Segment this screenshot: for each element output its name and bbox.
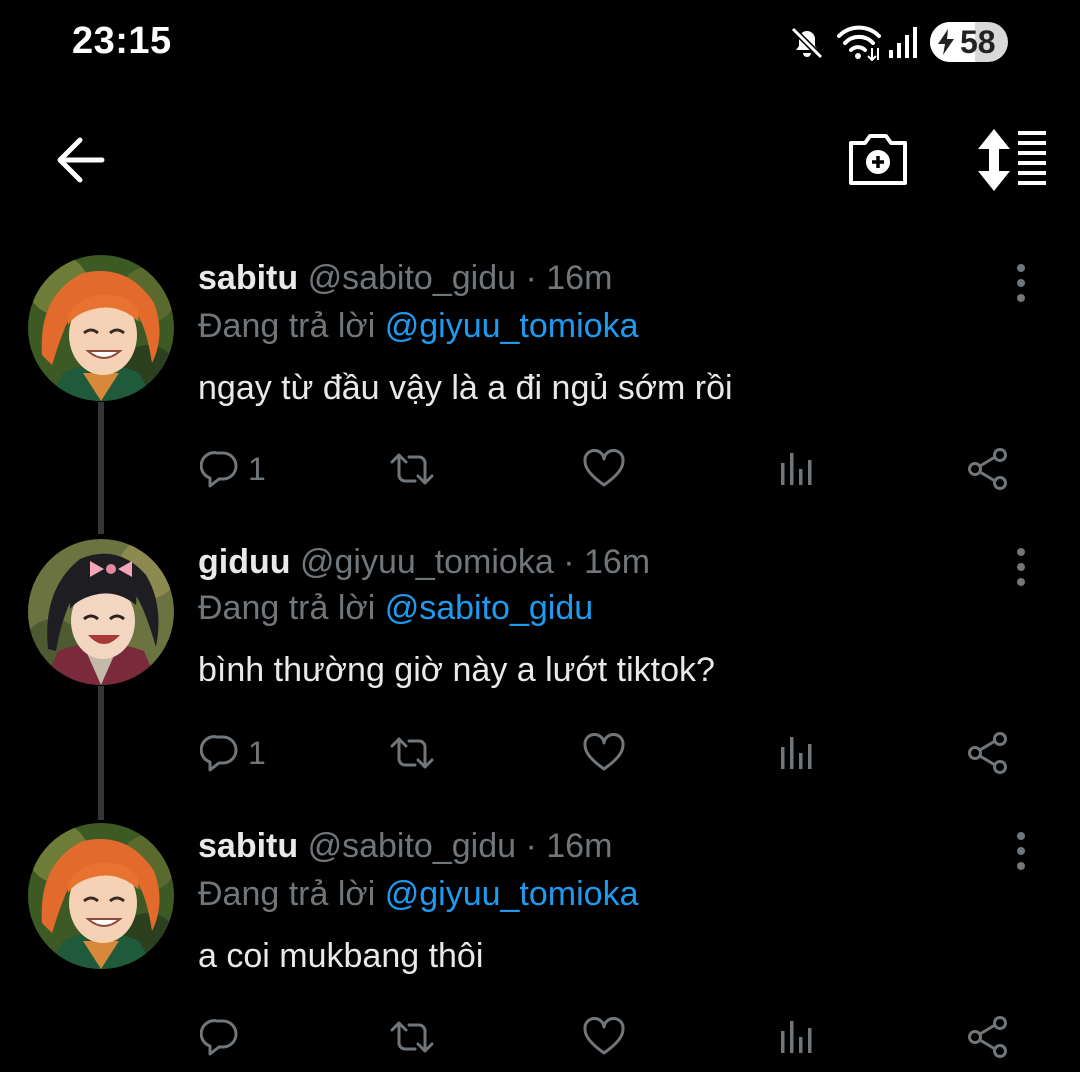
top-bar [0, 110, 1080, 210]
tweet-time: 16m [546, 259, 613, 297]
user-handle[interactable]: @giyuu_tomioka [300, 543, 554, 581]
battery-indicator: 58 [930, 22, 1008, 62]
more-vertical-icon [1004, 831, 1038, 871]
tweet-text: a coi mukbang thôi [198, 937, 484, 975]
replying-to: Đang trả lời @sabito_gidu [198, 589, 593, 628]
more-button[interactable] [1004, 263, 1038, 303]
sort-icon [972, 129, 1052, 199]
reply-button[interactable]: 1 [200, 439, 266, 499]
share-button[interactable] [966, 723, 1010, 783]
tweet-text: ngay từ đầu vậy là a đi ngủ sớm rồi [198, 369, 733, 407]
tweet-header: sabitu @sabito_gidu · 16m [198, 259, 612, 298]
tweet-actions: 1 [0, 439, 1080, 499]
battery-percent: 58 [960, 24, 996, 60]
tweet-time: 16m [546, 827, 613, 865]
avatar[interactable] [28, 823, 174, 969]
retweet-icon [388, 449, 436, 489]
avatar[interactable] [28, 255, 174, 401]
display-name[interactable]: sabitu [198, 259, 298, 297]
views-button[interactable] [776, 1007, 816, 1067]
share-button[interactable] [966, 1007, 1010, 1067]
like-button[interactable] [582, 1007, 626, 1067]
mention-link[interactable]: @giyuu_tomioka [385, 875, 639, 913]
display-name[interactable]: sabitu [198, 827, 298, 865]
views-button[interactable] [776, 439, 816, 499]
display-name[interactable]: giduu [198, 543, 291, 581]
camera-button[interactable] [845, 125, 911, 195]
tweet-header: sabitu @sabito_gidu · 16m [198, 827, 612, 866]
reply-count: 1 [248, 450, 266, 487]
more-vertical-icon [1004, 547, 1038, 587]
replying-to-label: Đang trả lời [198, 307, 376, 345]
stats-icon [776, 449, 816, 489]
reply-button[interactable]: 1 [200, 723, 266, 783]
reply-icon [200, 449, 240, 489]
share-button[interactable] [966, 439, 1010, 499]
tweet-actions [0, 1007, 1080, 1067]
separator: · [563, 543, 575, 581]
mute-icon [788, 24, 826, 67]
views-button[interactable] [776, 723, 816, 783]
more-vertical-icon [1004, 263, 1038, 303]
sort-button[interactable] [972, 125, 1052, 195]
replying-to: Đang trả lời @giyuu_tomioka [198, 307, 638, 346]
tweet-text: bình thường giờ này a lướt tiktok? [198, 651, 715, 689]
tweet-actions: 1 [0, 723, 1080, 783]
retweet-icon [388, 1017, 436, 1057]
stats-icon [776, 733, 816, 773]
replying-to-label: Đang trả lời [198, 875, 376, 913]
heart-icon [582, 733, 626, 773]
retweet-button[interactable] [388, 439, 436, 499]
tweet-time: 16m [583, 543, 651, 581]
user-handle[interactable]: @sabito_gidu [308, 827, 516, 865]
reply-icon [200, 733, 240, 773]
avatar[interactable] [28, 539, 174, 685]
back-arrow-icon [50, 137, 110, 194]
share-icon [966, 731, 1010, 775]
mention-link[interactable]: @sabito_gidu [385, 589, 593, 627]
like-button[interactable] [582, 439, 626, 499]
retweet-button[interactable] [388, 723, 436, 783]
separator: · [525, 259, 537, 297]
back-button[interactable] [50, 130, 110, 190]
more-button[interactable] [1004, 547, 1038, 587]
reply-count: 1 [248, 734, 266, 771]
status-time: 23:15 [72, 20, 172, 62]
heart-icon [582, 1017, 626, 1057]
share-icon [966, 1015, 1010, 1059]
stats-icon [776, 1017, 816, 1057]
reply-button[interactable] [200, 1007, 248, 1067]
battery-charging-icon [936, 28, 956, 61]
heart-icon [582, 449, 626, 489]
reply-icon [200, 1017, 240, 1057]
more-button[interactable] [1004, 831, 1038, 871]
retweet-icon [388, 733, 436, 773]
like-button[interactable] [582, 723, 626, 783]
signal-icon [888, 24, 918, 67]
replying-to-label: Đang trả lời [198, 589, 376, 627]
user-handle[interactable]: @sabito_gidu [308, 259, 516, 297]
retweet-button[interactable] [388, 1007, 436, 1067]
camera-plus-icon [845, 134, 911, 195]
status-bar: 23:15 58 [0, 0, 1080, 90]
wifi-icon [836, 24, 882, 67]
replying-to: Đang trả lời @giyuu_tomioka [198, 875, 638, 914]
separator: · [525, 827, 537, 865]
mention-link[interactable]: @giyuu_tomioka [385, 307, 639, 345]
share-icon [966, 447, 1010, 491]
tweet-header: giduu @giyuu_tomioka · 16m [198, 543, 650, 582]
